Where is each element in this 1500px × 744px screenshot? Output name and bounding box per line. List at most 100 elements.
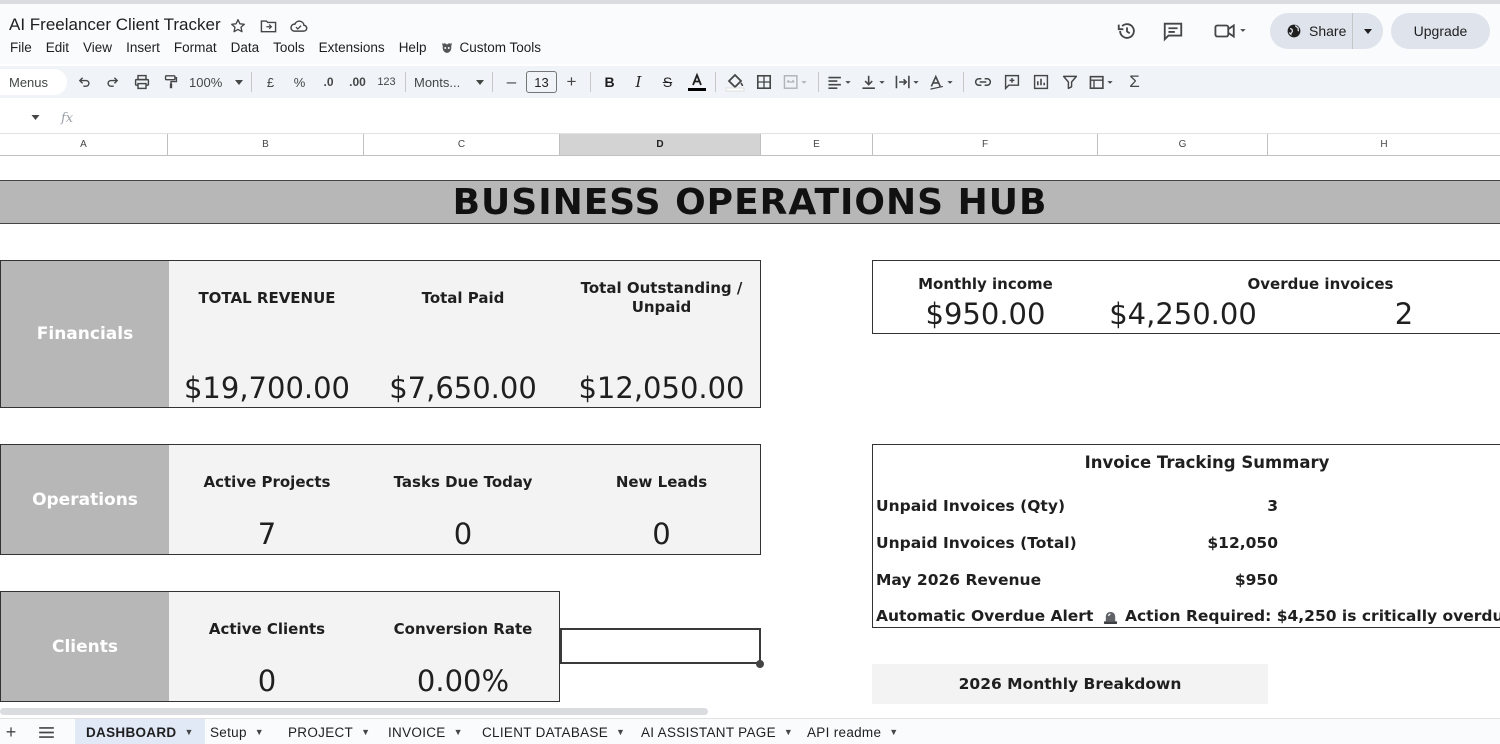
invoice-tracking-summary: Invoice Tracking Summary Unpaid Invoices… (872, 444, 1500, 628)
comments-icon[interactable] (1161, 19, 1185, 43)
italic-icon[interactable]: I (624, 69, 653, 95)
paint-format-icon[interactable] (156, 69, 185, 95)
version-history-icon[interactable] (1115, 19, 1139, 43)
currency-format-button[interactable]: £ (256, 69, 285, 95)
cloud-status-icon[interactable] (288, 16, 308, 36)
text-wrapping-icon[interactable] (891, 69, 925, 95)
upgrade-button[interactable]: Upgrade (1391, 13, 1490, 49)
text-rotation-icon[interactable] (925, 69, 959, 95)
add-sheet-button[interactable]: + (3, 722, 19, 742)
unpaid-qty-label: Unpaid Invoices (Qty) (876, 497, 1066, 515)
document-title[interactable]: AI Freelancer Client Tracker (9, 15, 221, 35)
insert-link-icon[interactable] (968, 69, 997, 95)
menu-file[interactable]: File (10, 40, 32, 55)
tab-dashboard[interactable]: DASHBOARD ▼ (75, 719, 205, 744)
toolbar-divider (715, 72, 716, 92)
menu-help[interactable]: Help (399, 40, 427, 55)
borders-icon[interactable] (749, 69, 778, 95)
tab-invoice[interactable]: INVOICE ▼ (377, 719, 474, 744)
column-header-a[interactable]: A (0, 134, 168, 155)
name-box-dropdown-icon[interactable] (31, 115, 40, 120)
horizontal-scrollbar[interactable] (0, 708, 708, 715)
menu-format[interactable]: Format (174, 40, 217, 55)
zoom-select[interactable]: 100% (185, 69, 247, 95)
tab-ai-assistant-label: AI ASSISTANT PAGE (641, 724, 776, 740)
tab-client-database[interactable]: CLIENT DATABASE ▼ (471, 719, 636, 744)
tab-ai-assistant-page[interactable]: AI ASSISTANT PAGE ▼ (630, 719, 804, 744)
new-leads-value: 0 (652, 517, 671, 551)
zoom-value: 100% (189, 74, 223, 90)
menu-insert[interactable]: Insert (126, 40, 160, 55)
increase-decimal-button[interactable]: .00 (343, 69, 372, 95)
percent-format-button[interactable]: % (285, 69, 314, 95)
globe-icon (1287, 24, 1301, 38)
menu-view[interactable]: View (83, 40, 112, 55)
increase-font-size-icon[interactable]: + (557, 69, 586, 95)
dashboard-banner: BUSINESS OPERATIONS HUB (0, 180, 1500, 224)
horizontal-align-icon[interactable] (823, 69, 857, 95)
filter-views-icon[interactable] (1084, 69, 1120, 95)
column-header-h[interactable]: H (1268, 134, 1500, 155)
tab-api-readme[interactable]: API readme ▼ (796, 719, 910, 744)
column-header-b[interactable]: B (168, 134, 364, 155)
meet-icon[interactable] (1211, 19, 1251, 43)
text-color-icon[interactable] (682, 69, 711, 95)
sheet-grid[interactable]: BUSINESS OPERATIONS HUB Financials TOTAL… (0, 156, 1500, 718)
invoice-summary-title: Invoice Tracking Summary (1084, 453, 1330, 472)
overdue-alert-value: Action Required: $4,250 is critically ov… (1102, 607, 1500, 625)
column-header-e[interactable]: E (761, 134, 873, 155)
decrease-decimal-button[interactable]: .0 (314, 69, 343, 95)
caret-down-icon: ▼ (254, 727, 264, 737)
print-icon[interactable] (127, 69, 156, 95)
share-dropdown-button[interactable] (1353, 28, 1383, 34)
menu-data[interactable]: Data (231, 40, 260, 55)
sheet-tab-bar: + DASHBOARD ▼ Setup ▼ PROJECT ▼ INVOICE ▼ CL… (0, 718, 1500, 744)
formula-bar: fx (0, 104, 1500, 134)
overdue-invoices-value: 2 (1394, 297, 1414, 331)
font-size-input[interactable]: 13 (526, 71, 557, 93)
active-projects-heading: Active Projects (203, 473, 331, 491)
operations-section: Operations Active Projects Tasks Due Tod… (0, 444, 761, 555)
caret-down-icon (235, 79, 243, 85)
insert-comment-icon[interactable] (997, 69, 1026, 95)
filter-icon[interactable] (1055, 69, 1084, 95)
redo-icon[interactable] (98, 69, 127, 95)
undo-icon[interactable] (69, 69, 98, 95)
tab-project-label: PROJECT (288, 724, 354, 740)
merge-cells-icon[interactable] (778, 69, 814, 95)
move-folder-icon[interactable] (258, 16, 278, 36)
menu-edit[interactable]: Edit (46, 40, 69, 55)
selected-cell[interactable] (560, 628, 761, 664)
menu-extensions[interactable]: Extensions (319, 40, 385, 55)
star-icon[interactable] (228, 16, 248, 36)
share-label: Share (1309, 23, 1347, 39)
overdue-invoices-label: Overdue invoices (1247, 275, 1394, 293)
fill-handle[interactable] (756, 660, 764, 668)
share-button[interactable]: Share (1270, 13, 1353, 49)
decrease-font-size-icon[interactable]: – (497, 69, 526, 95)
column-header-g[interactable]: G (1098, 134, 1268, 155)
menus-search[interactable]: Menus (0, 69, 67, 95)
strikethrough-icon[interactable]: S (653, 69, 682, 95)
monthly-income-value: $950.00 (925, 297, 1046, 331)
column-header-f[interactable]: F (873, 134, 1098, 155)
number-format-button[interactable]: 123 (372, 69, 401, 95)
tab-setup[interactable]: Setup ▼ (199, 719, 275, 744)
tab-project[interactable]: PROJECT ▼ (277, 719, 381, 744)
column-header-c[interactable]: C (364, 134, 560, 155)
bold-icon[interactable]: B (595, 69, 624, 95)
toolbar-divider (251, 72, 252, 92)
fill-color-icon[interactable] (720, 69, 749, 95)
column-header-d[interactable]: D (560, 134, 761, 155)
active-clients-heading: Active Clients (208, 620, 326, 638)
overdue-alert-label: Automatic Overdue Alert (876, 607, 1094, 625)
menu-custom-tools[interactable]: Custom Tools (440, 40, 541, 55)
vertical-align-icon[interactable] (857, 69, 891, 95)
tasks-due-heading: Tasks Due Today (393, 473, 533, 491)
all-sheets-icon[interactable] (37, 724, 55, 740)
insert-chart-icon[interactable] (1026, 69, 1055, 95)
menu-tools[interactable]: Tools (273, 40, 305, 55)
fx-icon: fx (61, 111, 74, 126)
functions-icon[interactable]: Σ (1120, 69, 1149, 95)
font-select[interactable]: Monts... (410, 69, 488, 95)
